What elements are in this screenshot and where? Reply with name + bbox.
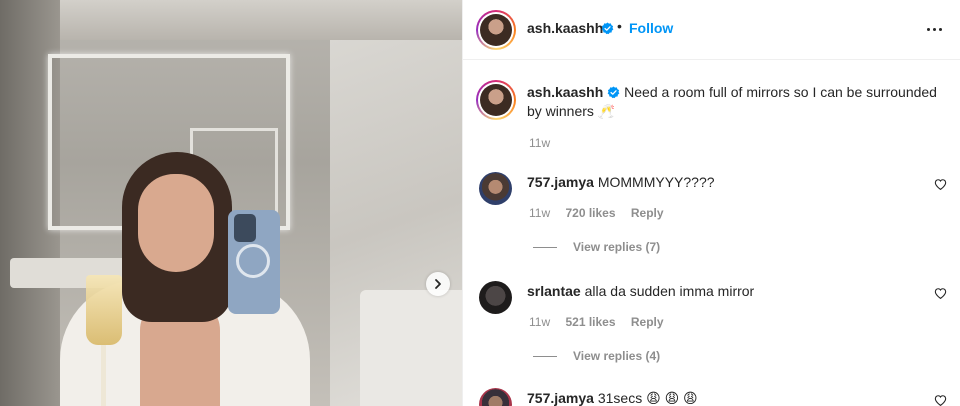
post-header: ash.kaashh • Follow [463,0,960,60]
heart-icon[interactable] [934,287,947,300]
comment-username[interactable]: srlantae [527,283,581,299]
verified-badge-icon [607,86,620,99]
comment-avatar[interactable] [479,388,512,406]
header-separator: • [617,18,622,34]
comment-body: alla da sudden imma mirror [584,283,755,299]
next-photo-button[interactable] [426,272,450,296]
comment-body: 31secs 😩 😩 😩 [597,390,698,406]
chevron-right-icon [435,279,441,289]
photo-phone-magsafe [236,244,270,278]
verified-badge-icon [601,22,614,35]
caption-timestamp[interactable]: 11w [529,136,550,150]
caption-text: ash.kaashh Need a room full of mirrors s… [527,83,947,121]
comment-username[interactable]: 757.jamya [527,174,594,190]
author-username[interactable]: ash.kaashh [527,20,603,36]
reply-button[interactable]: Reply [631,315,664,329]
comment-body: MOMMMYYY???? [597,174,715,190]
comment-username[interactable]: 757.jamya [527,390,594,406]
reply-button[interactable]: Reply [631,206,664,220]
post-side-panel: ash.kaashh • Follow ash.kaashh Need a ro… [462,0,960,406]
comment-avatar[interactable] [479,281,512,314]
caption-username[interactable]: ash.kaashh [527,84,603,100]
replies-divider [533,355,557,357]
photo-phone-camera [234,214,256,242]
heart-icon[interactable] [934,178,947,191]
view-replies-button[interactable]: View replies (7) [533,240,660,254]
follow-button[interactable]: Follow [629,20,673,36]
verified-badge [597,20,614,38]
photo-ceiling [0,0,462,40]
comment-text: 757.jamya MOMMMYYY???? [527,174,715,190]
view-replies-label: View replies (4) [573,349,661,363]
comment-timestamp[interactable]: 11w [529,206,550,220]
comment-text: 757.jamya 31secs 😩 😩 😩 [527,390,698,406]
author-avatar[interactable] [476,10,516,50]
replies-divider [533,246,557,248]
photo-champagne-glass [86,275,122,345]
view-replies-label: View replies (7) [573,240,661,254]
comment-meta: 11w 521 likes Reply [529,315,676,329]
caption-author-avatar[interactable] [476,80,516,120]
comment-likes[interactable]: 720 likes [565,206,615,220]
more-options-icon[interactable] [923,18,945,40]
heart-icon[interactable] [934,394,947,406]
comment-text: srlantae alla da sudden imma mirror [527,283,754,299]
comment-avatar[interactable] [479,172,512,205]
comment-timestamp[interactable]: 11w [529,315,550,329]
comment-meta: 11w 720 likes Reply [529,206,676,220]
photo-face [138,174,214,272]
comment-likes[interactable]: 521 likes [565,315,615,329]
photo-glass-stem [101,345,106,406]
post-photo[interactable] [0,0,462,406]
view-replies-button[interactable]: View replies (4) [533,349,660,363]
photo-bathtub [360,290,462,406]
